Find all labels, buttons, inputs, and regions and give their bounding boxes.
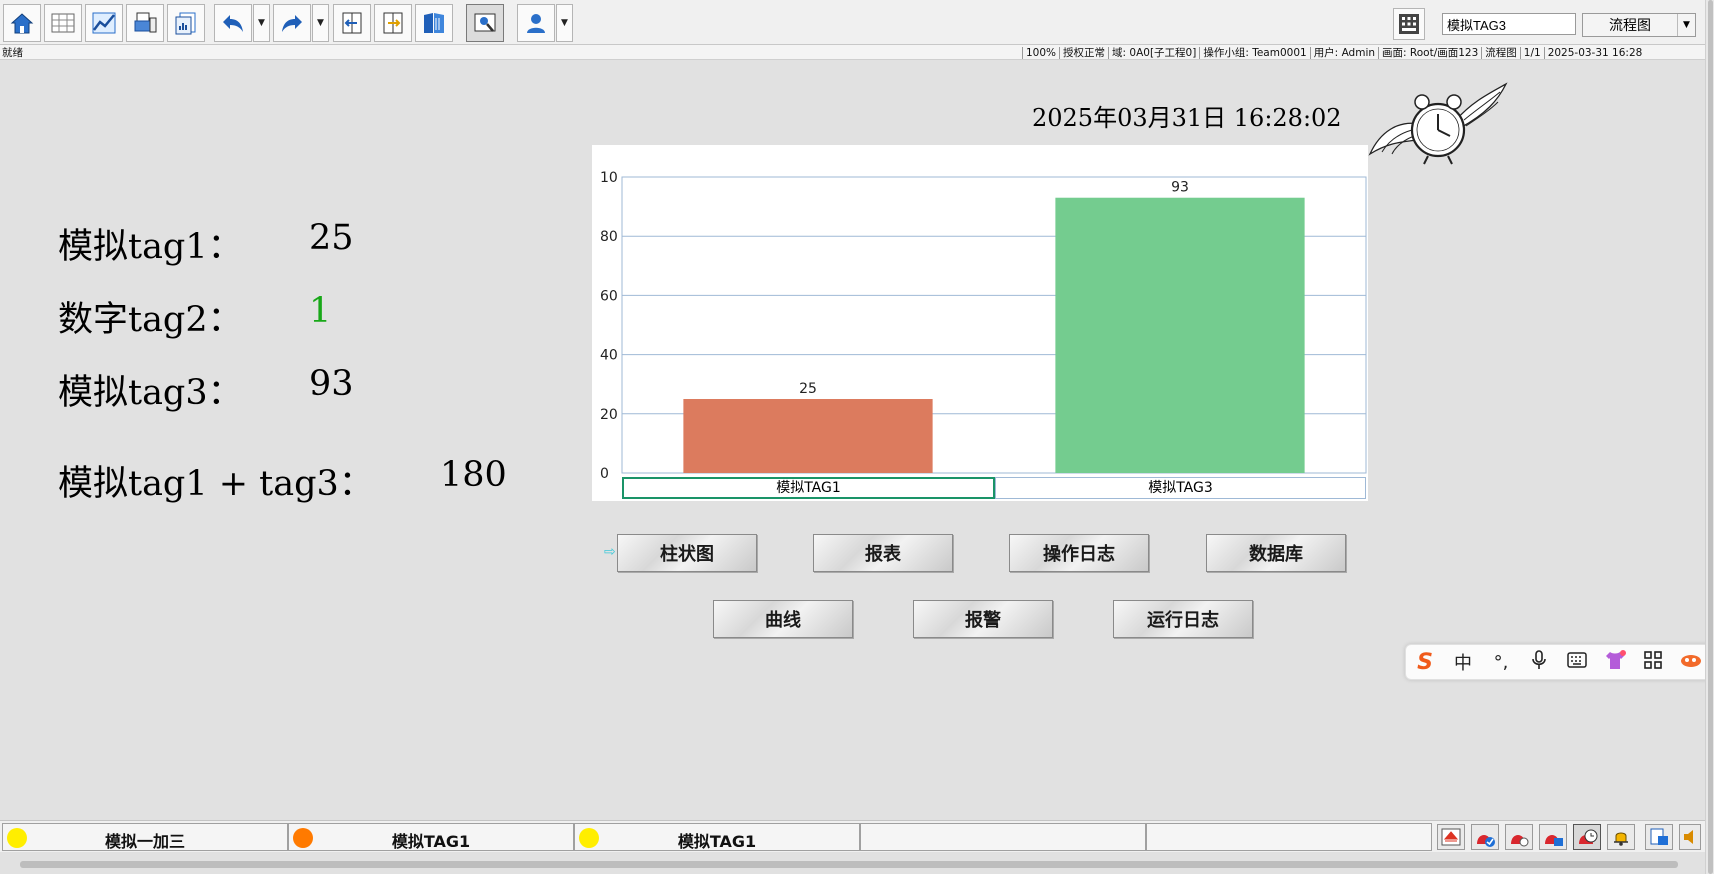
trend-chart-icon[interactable] bbox=[85, 4, 123, 42]
chart-bar bbox=[683, 399, 933, 473]
run-log-button[interactable]: 运行日志 bbox=[1113, 600, 1253, 638]
tag3-label: 模拟tag3： bbox=[58, 373, 243, 413]
ready-status: 就绪 bbox=[2, 47, 23, 59]
user-dropdown-arrow[interactable]: ▼ bbox=[556, 4, 573, 42]
bar-chart: 0 20 40 60 80 10 25 93 bbox=[592, 145, 1368, 501]
chevron-down-icon: ▼ bbox=[1677, 14, 1695, 36]
alarm-button[interactable]: 报警 bbox=[913, 600, 1053, 638]
screen-status: 画面: Root/画面123 bbox=[1378, 47, 1482, 59]
ime-language-toggle[interactable]: 中 bbox=[1444, 649, 1482, 675]
grid-table-icon[interactable] bbox=[44, 4, 82, 42]
tag1-value: 25 bbox=[309, 218, 354, 258]
ime-punctuation-toggle[interactable]: °, bbox=[1482, 652, 1520, 673]
operation-log-button[interactable]: 操作日志 bbox=[1009, 534, 1149, 572]
vertical-scrollbar[interactable] bbox=[1705, 0, 1714, 874]
view-status: 流程图 bbox=[1481, 47, 1520, 59]
navigate-back-icon[interactable] bbox=[333, 4, 371, 42]
eject-alarm-icon[interactable] bbox=[1437, 824, 1465, 850]
domain-status: 域: 0A0[子工程0] bbox=[1108, 47, 1200, 59]
vertical-scroll-thumb[interactable] bbox=[1708, 0, 1713, 874]
chart-legend: 模拟TAG1 模拟TAG3 bbox=[622, 477, 1366, 499]
alarm-cell-empty[interactable] bbox=[860, 823, 1146, 851]
skin-shirt-icon[interactable] bbox=[1596, 649, 1634, 675]
undo-dropdown-arrow[interactable]: ▼ bbox=[253, 4, 270, 42]
alarm-list-icon[interactable] bbox=[1539, 824, 1567, 850]
bar-value-label: 25 bbox=[799, 381, 817, 397]
report-doc-icon[interactable] bbox=[167, 4, 205, 42]
y-tick-label: 20 bbox=[600, 407, 618, 423]
flying-clock-icon bbox=[1368, 82, 1508, 165]
keypad-icon[interactable] bbox=[1393, 8, 1425, 40]
selection-arrow-icon: ⇨ bbox=[604, 544, 616, 560]
license-status: 授权正常 bbox=[1059, 47, 1109, 59]
page-status: 1/1 bbox=[1519, 47, 1544, 59]
alarm-cell[interactable]: 模拟TAG1 bbox=[574, 823, 860, 851]
speaker-icon[interactable] bbox=[1679, 824, 1701, 850]
y-tick-label: 60 bbox=[600, 288, 618, 304]
book-manual-icon[interactable] bbox=[415, 4, 453, 42]
chart-bar bbox=[1055, 197, 1305, 473]
ime-toolbar: S 中 °, bbox=[1405, 644, 1714, 680]
group-status: 操作小组: Team0001 bbox=[1199, 47, 1310, 59]
alarm-cell-empty[interactable] bbox=[1146, 823, 1432, 851]
toolbar: ▼ ▼ ▼ 流程图 ▼ bbox=[0, 0, 1714, 45]
microphone-icon[interactable] bbox=[1520, 649, 1558, 675]
user-status: 用户: Admin bbox=[1309, 47, 1379, 59]
tag2-label: 数字tag2： bbox=[58, 300, 243, 340]
alarm-cell[interactable]: 模拟一加三 bbox=[2, 823, 288, 851]
alarm-ack-icon[interactable] bbox=[1471, 824, 1499, 850]
undo-icon[interactable] bbox=[214, 4, 252, 42]
alarm-red-icon[interactable] bbox=[1505, 824, 1533, 850]
user-icon[interactable] bbox=[517, 4, 555, 42]
alarm-cell-text: 模拟一加三 bbox=[104, 832, 185, 851]
report-button[interactable]: 报表 bbox=[813, 534, 953, 572]
print-preview-icon[interactable] bbox=[126, 4, 164, 42]
redo-dropdown-arrow[interactable]: ▼ bbox=[312, 4, 329, 42]
tag2-value: 1 bbox=[309, 291, 332, 331]
status-fields: 100% 授权正常 域: 0A0[子工程0] 操作小组: Team0001 用户: Ad… bbox=[1022, 45, 1714, 60]
tag3-value: 93 bbox=[309, 364, 354, 404]
map-locate-icon[interactable] bbox=[466, 4, 504, 42]
alarm-cell[interactable]: 模拟TAG1 bbox=[288, 823, 574, 851]
y-tick-label: 10 bbox=[600, 170, 618, 186]
database-button[interactable]: 数据库 bbox=[1206, 534, 1346, 572]
y-tick-label: 80 bbox=[600, 229, 618, 245]
sogou-logo-icon[interactable]: S bbox=[1406, 650, 1444, 675]
legend-item[interactable]: 模拟TAG3 bbox=[995, 477, 1366, 499]
tag1-label: 模拟tag1： bbox=[58, 227, 243, 267]
y-tick-label: 40 bbox=[600, 348, 618, 364]
bell-icon[interactable] bbox=[1607, 824, 1635, 850]
tag-search-input[interactable] bbox=[1442, 13, 1576, 35]
zoom-status: 100% bbox=[1022, 47, 1060, 59]
bar-chart-button[interactable]: 柱状图 bbox=[617, 534, 757, 572]
apps-grid-icon[interactable] bbox=[1634, 650, 1672, 674]
curve-button[interactable]: 曲线 bbox=[713, 600, 853, 638]
bar-chart-svg: 0 20 40 60 80 10 25 93 bbox=[600, 170, 1367, 482]
alarm-cell-text: 模拟TAG1 bbox=[391, 832, 471, 851]
alarm-cell-text: 模拟TAG1 bbox=[677, 832, 757, 851]
y-tick-label: 0 bbox=[600, 466, 609, 482]
export-icon[interactable] bbox=[1645, 824, 1673, 850]
bar-value-label: 93 bbox=[1171, 180, 1189, 196]
horizontal-scrollbar[interactable] bbox=[20, 861, 1678, 868]
scada-runtime-window: ▼ ▼ ▼ 流程图 ▼ 就绪 100%授权 bbox=[0, 0, 1714, 874]
current-datetime: 2025年03月31日 16:28:02 bbox=[1032, 104, 1342, 132]
view-type-select[interactable]: 流程图 ▼ bbox=[1582, 13, 1696, 37]
sum-label: 模拟tag1 + tag3： bbox=[58, 464, 374, 504]
alarm-clock-icon[interactable] bbox=[1573, 824, 1601, 850]
view-type-value: 流程图 bbox=[1609, 18, 1651, 34]
clock-status: 2025-03-31 16:28 bbox=[1543, 47, 1646, 59]
home-icon[interactable] bbox=[3, 4, 41, 42]
legend-item[interactable]: 模拟TAG1 bbox=[622, 477, 995, 499]
status-line: 就绪 100% 授权正常 域: 0A0[子工程0] 操作小组: Team0001 用户:… bbox=[0, 45, 1714, 60]
sum-value: 180 bbox=[440, 455, 507, 495]
redo-icon[interactable] bbox=[273, 4, 311, 42]
keyboard-icon[interactable] bbox=[1558, 651, 1596, 673]
navigate-forward-icon[interactable] bbox=[374, 4, 412, 42]
